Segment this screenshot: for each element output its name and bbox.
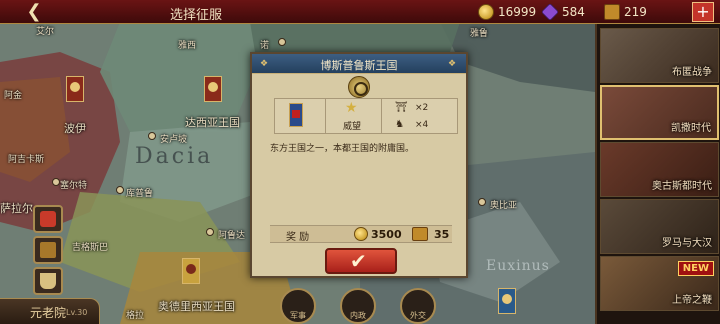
era-item-scourge-of-god[interactable]: NEW 上帝之鞭 xyxy=(600,256,719,311)
chest-icon xyxy=(604,4,620,20)
senate-label: 元老院 xyxy=(30,306,67,320)
kingdom-description: 东方王国之一，本都王国的附庸国。 xyxy=(270,144,415,154)
gem-counter: 584 xyxy=(540,2,585,22)
map-label-euxinus: Euxinus xyxy=(486,258,550,274)
reward-label: 奖 励 xyxy=(286,232,310,243)
trophy-icon xyxy=(40,273,56,289)
map-label-gepo: 吉格斯巴 xyxy=(72,243,109,253)
plus-icon: + xyxy=(696,2,710,21)
era-item-augustus[interactable]: 奥古斯都时代 xyxy=(600,142,719,197)
reward-coins: 3500 xyxy=(371,228,402,241)
divider xyxy=(381,99,382,133)
coin-icon xyxy=(354,227,368,241)
unit-count: ×2 xyxy=(415,103,429,113)
domestic-button[interactable]: 内政 xyxy=(340,288,376,324)
prestige-label: 威望 xyxy=(343,122,362,132)
era-item-caesar[interactable]: 凯撒时代 xyxy=(600,85,719,140)
map-banner-odrysian[interactable] xyxy=(182,258,200,284)
map-banner-bosporan[interactable] xyxy=(498,288,516,314)
map-banner-boi[interactable] xyxy=(66,76,84,102)
coin-counter: 16999 xyxy=(478,3,536,21)
new-badge: NEW xyxy=(677,261,714,276)
confirm-button[interactable]: ✔ xyxy=(325,248,397,274)
coin-icon xyxy=(478,4,494,20)
city-marker[interactable] xyxy=(52,178,60,186)
kingdom-emblem-icon xyxy=(348,76,370,98)
map-label-salaaa: 萨拉尔 xyxy=(0,202,33,215)
era-panel: 布匿战争 凯撒时代 奥古斯都时代 罗马与大汉 NEW 上帝之鞭 xyxy=(595,24,720,324)
map-label-dacia: Dacia xyxy=(135,144,214,169)
page-title: 选择征服 xyxy=(170,8,223,23)
helmet-icon: ♞ xyxy=(395,119,404,130)
map-label-saniti: 塞尔特 xyxy=(60,181,88,191)
map-label-anlupo: 安卢坡 xyxy=(160,135,188,145)
era-label: 奥古斯都时代 xyxy=(652,181,712,192)
map-label-aidala: 阿鲁达 xyxy=(218,231,246,241)
map-label-xulu: 诺 xyxy=(260,41,270,51)
city-marker[interactable] xyxy=(116,186,124,194)
reward-row: 奖 励 3500 35 xyxy=(270,225,452,243)
senate-level: Lv.30 xyxy=(66,308,88,317)
star-icon: ★ xyxy=(345,100,358,116)
ornament-icon: ❖ xyxy=(448,59,457,69)
checkmark-icon: ✔ xyxy=(350,249,367,273)
map-label-lisarmi: 阿吉卡斯 xyxy=(8,155,45,165)
chest-icon xyxy=(412,227,428,241)
map-label-akin: 阿金 xyxy=(4,91,23,101)
crown-icon xyxy=(40,211,56,227)
era-label: 罗马与大汉 xyxy=(662,238,712,249)
map-banner-dacia[interactable] xyxy=(204,76,222,102)
gem-icon xyxy=(540,2,560,22)
city-marker[interactable] xyxy=(206,228,214,236)
temple-icon: ⛩ xyxy=(395,102,408,113)
era-item-rome-han[interactable]: 罗马与大汉 xyxy=(600,199,719,254)
map-label-city-east: 奥比亚 xyxy=(490,201,518,211)
reward-chests: 35 xyxy=(434,228,450,241)
kingdom-info: ★ 威望 ⛩ ×2 ♞ ×4 xyxy=(274,98,458,134)
back-arrow-icon: ❮ xyxy=(26,1,42,22)
era-item-punic-wars[interactable]: 布匿战争 xyxy=(600,28,719,83)
map-label-odrysian: 奥德里西亚王国 xyxy=(158,300,235,313)
map-label-gela: 格拉 xyxy=(126,311,145,321)
map-label-dashi: 雅西 xyxy=(178,41,197,51)
unit-row: ⛩ ×2 xyxy=(395,102,429,114)
senate-button[interactable]: 元老院 Lv.30 xyxy=(0,298,100,324)
diplomacy-label: 外交 xyxy=(410,311,426,320)
map-label-west-dacia: 达西亚王国 xyxy=(185,116,240,129)
chest-value: 219 xyxy=(624,5,647,19)
map-label-boi: 波伊 xyxy=(64,122,86,135)
rank-button[interactable] xyxy=(33,205,63,233)
city-marker[interactable] xyxy=(278,38,286,46)
city-marker[interactable] xyxy=(148,132,156,140)
back-button[interactable]: ❮ xyxy=(14,2,54,22)
era-label: 上帝之鞭 xyxy=(672,295,712,306)
add-currency-button[interactable]: + xyxy=(692,2,714,22)
map-label-aku: 雅鲁 xyxy=(470,29,489,39)
domestic-label: 内政 xyxy=(350,311,366,320)
flag-icon xyxy=(289,103,303,127)
chest-icon xyxy=(40,242,56,258)
unit-count: ×4 xyxy=(415,120,429,130)
dialog-title: 博斯普鲁斯王国 xyxy=(320,59,398,72)
treasure-button[interactable] xyxy=(33,236,63,264)
divider xyxy=(325,99,326,133)
city-marker[interactable] xyxy=(478,198,486,206)
diplomacy-button[interactable]: 外交 xyxy=(400,288,436,324)
trophy-button[interactable] xyxy=(33,267,63,295)
unit-row: ♞ ×4 xyxy=(395,119,429,131)
era-label: 布匿战争 xyxy=(672,67,712,78)
kingdom-dialog: ❖ 博斯普鲁斯王国 ❖ ★ 威望 ⛩ ×2 ♞ ×4 东方王国之一，本都王国的附… xyxy=(250,52,468,278)
coin-value: 16999 xyxy=(498,5,537,19)
gem-value: 584 xyxy=(562,5,585,19)
military-label: 军事 xyxy=(290,311,306,320)
chest-counter: 219 xyxy=(604,3,647,21)
era-label: 凯撒时代 xyxy=(671,123,711,134)
map-label-kudbo: 库普鲁 xyxy=(126,189,154,199)
dialog-header: ❖ 博斯普鲁斯王国 ❖ xyxy=(252,54,466,74)
top-bar: ❮ 选择征服 16999 584 219 + xyxy=(0,0,720,24)
map-label-shier: 艾尔 xyxy=(36,27,55,37)
military-button[interactable]: 军事 xyxy=(280,288,316,324)
